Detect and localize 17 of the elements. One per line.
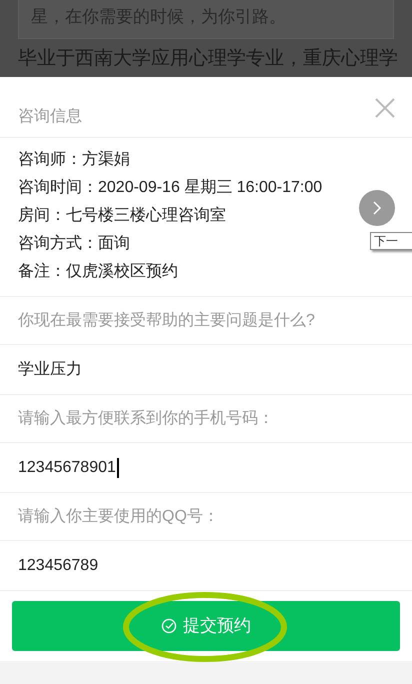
input-field[interactable]: 12345678901: [0, 443, 412, 493]
check-circle-icon: [161, 618, 177, 634]
tooltip: 下一: [370, 232, 412, 250]
sheet-title: 咨询信息: [18, 107, 82, 127]
info-line: 备注：仅虎溪校区预约: [18, 262, 178, 282]
field-label: 你现在最需要接受帮助的主要问题是什么?: [18, 310, 315, 330]
info-line: 咨询师：方渠娟: [18, 150, 130, 170]
input-field[interactable]: 123456789: [0, 541, 412, 591]
chevron-right-icon: [372, 200, 382, 216]
info-line: 房间：七号楼三楼心理咨询室: [18, 206, 226, 226]
close-icon[interactable]: [374, 97, 396, 119]
info-line: 咨询方式：面询: [18, 234, 130, 254]
field-label: 请输入你主要使用的QQ号：: [18, 506, 219, 526]
input-field[interactable]: 学业压力: [0, 345, 412, 395]
field-label: 请输入最方便联系到你的手机号码：: [18, 408, 274, 428]
next-button[interactable]: [359, 190, 395, 226]
info-line: 咨询时间：2020-09-16 星期三 16:00-17:00: [18, 178, 322, 198]
